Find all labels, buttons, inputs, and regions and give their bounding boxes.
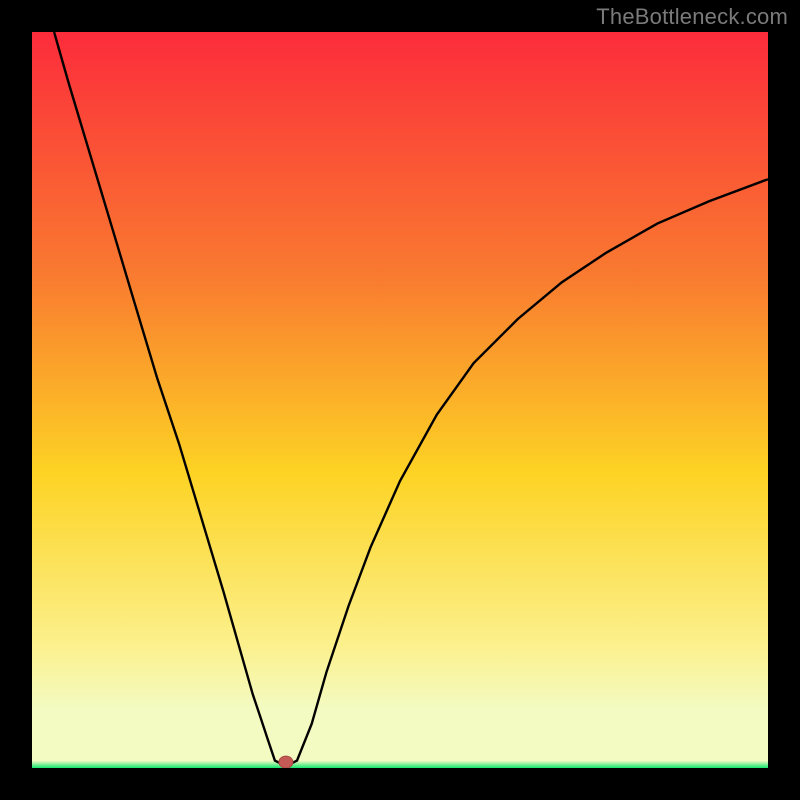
- chart-frame: TheBottleneck.com: [0, 0, 800, 800]
- optimum-marker: [279, 756, 293, 768]
- gradient-background: [32, 32, 768, 768]
- watermark-text: TheBottleneck.com: [596, 4, 788, 30]
- plot-area: [32, 32, 768, 768]
- chart-canvas: [32, 32, 768, 768]
